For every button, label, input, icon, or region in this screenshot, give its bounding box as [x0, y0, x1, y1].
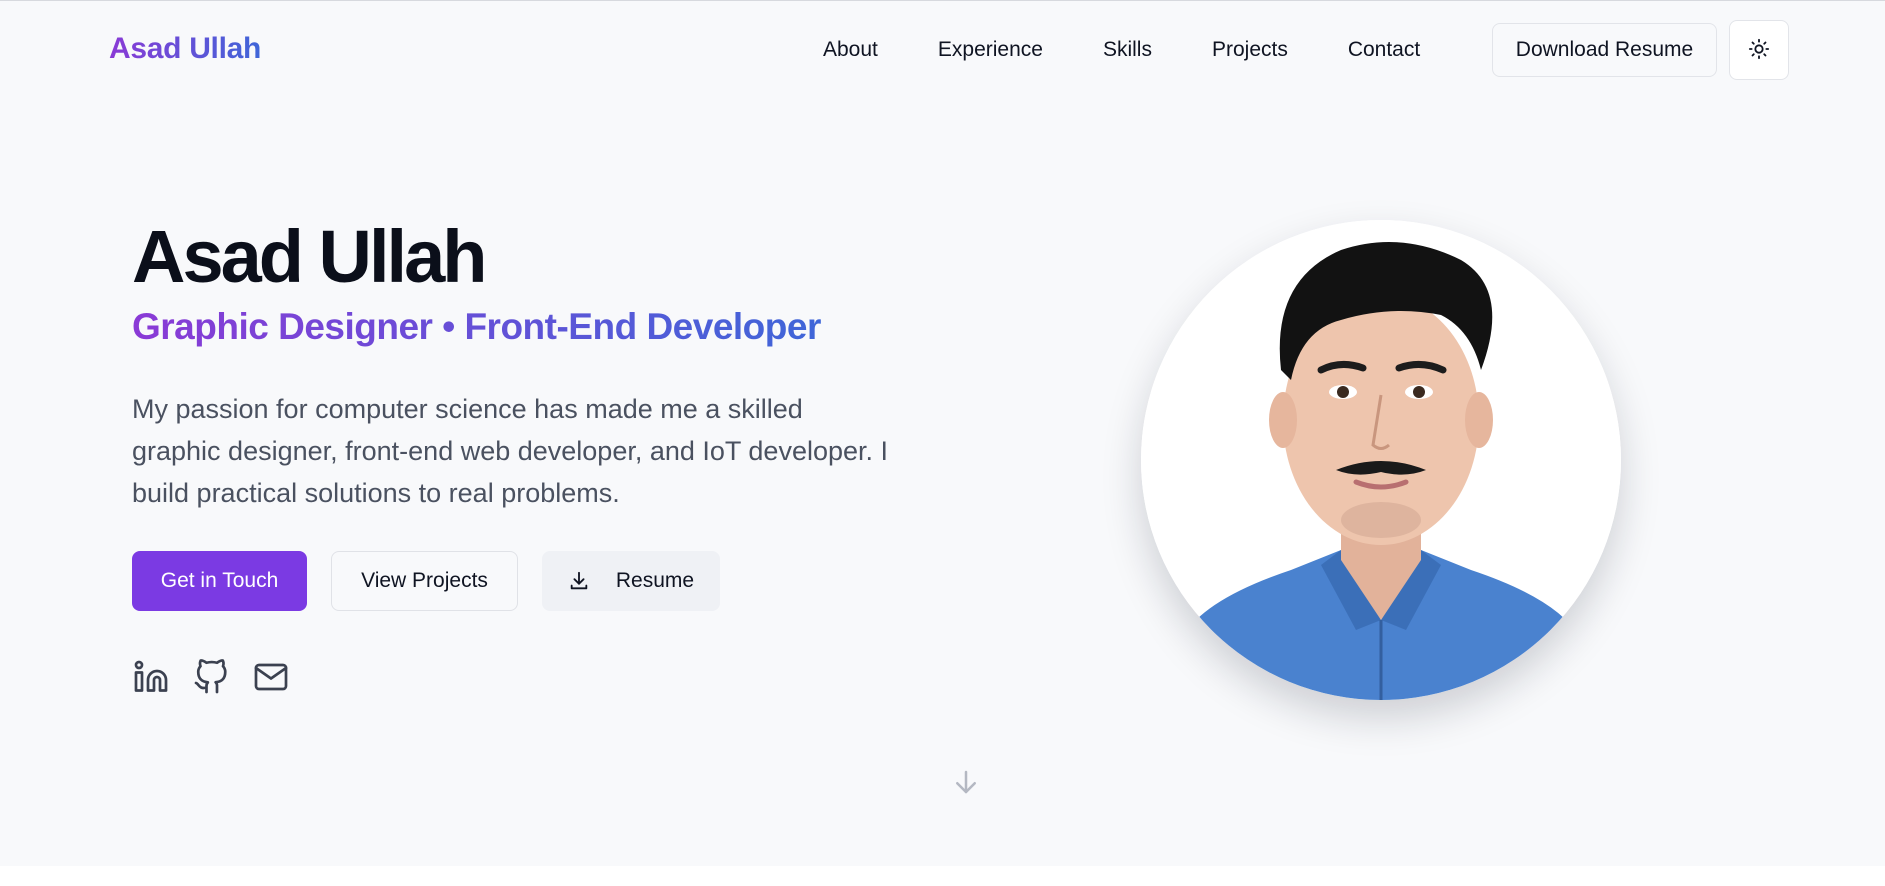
social-links: [132, 658, 312, 696]
hero-name: Asad Ullah: [132, 215, 487, 298]
top-navbar: Asad Ullah About Experience Skills Proje…: [0, 0, 1885, 100]
get-in-touch-button[interactable]: Get in Touch: [132, 551, 307, 611]
site-logo[interactable]: Asad Ullah: [109, 32, 261, 66]
sun-icon: [1748, 38, 1770, 63]
linkedin-icon[interactable]: [132, 658, 170, 696]
arrow-down-icon[interactable]: [951, 767, 981, 802]
hero-role: Graphic Designer • Front-End Developer: [132, 306, 821, 347]
hero-bio: My passion for computer science has made…: [132, 394, 889, 508]
download-icon: [568, 570, 590, 592]
mail-icon[interactable]: [252, 658, 290, 696]
nav-link-experience[interactable]: Experience: [938, 38, 1043, 62]
view-projects-button[interactable]: View Projects: [331, 551, 518, 611]
nav-link-skills[interactable]: Skills: [1103, 38, 1152, 62]
nav-links: About Experience Skills Projects Contact: [823, 38, 1420, 62]
nav-link-projects[interactable]: Projects: [1212, 38, 1288, 62]
download-resume-button[interactable]: Download Resume: [1492, 23, 1717, 77]
theme-toggle-button[interactable]: [1729, 20, 1789, 80]
resume-button-label: Resume: [615, 569, 695, 592]
nav-link-contact[interactable]: Contact: [1348, 38, 1420, 62]
resume-button[interactable]: Resume: [542, 551, 720, 611]
cta-buttons: Get in Touch View Projects Resume: [132, 551, 744, 611]
nav-link-about[interactable]: About: [823, 38, 878, 62]
github-icon[interactable]: [192, 658, 230, 696]
profile-photo: [1141, 220, 1621, 700]
footer-band: [0, 866, 1885, 886]
